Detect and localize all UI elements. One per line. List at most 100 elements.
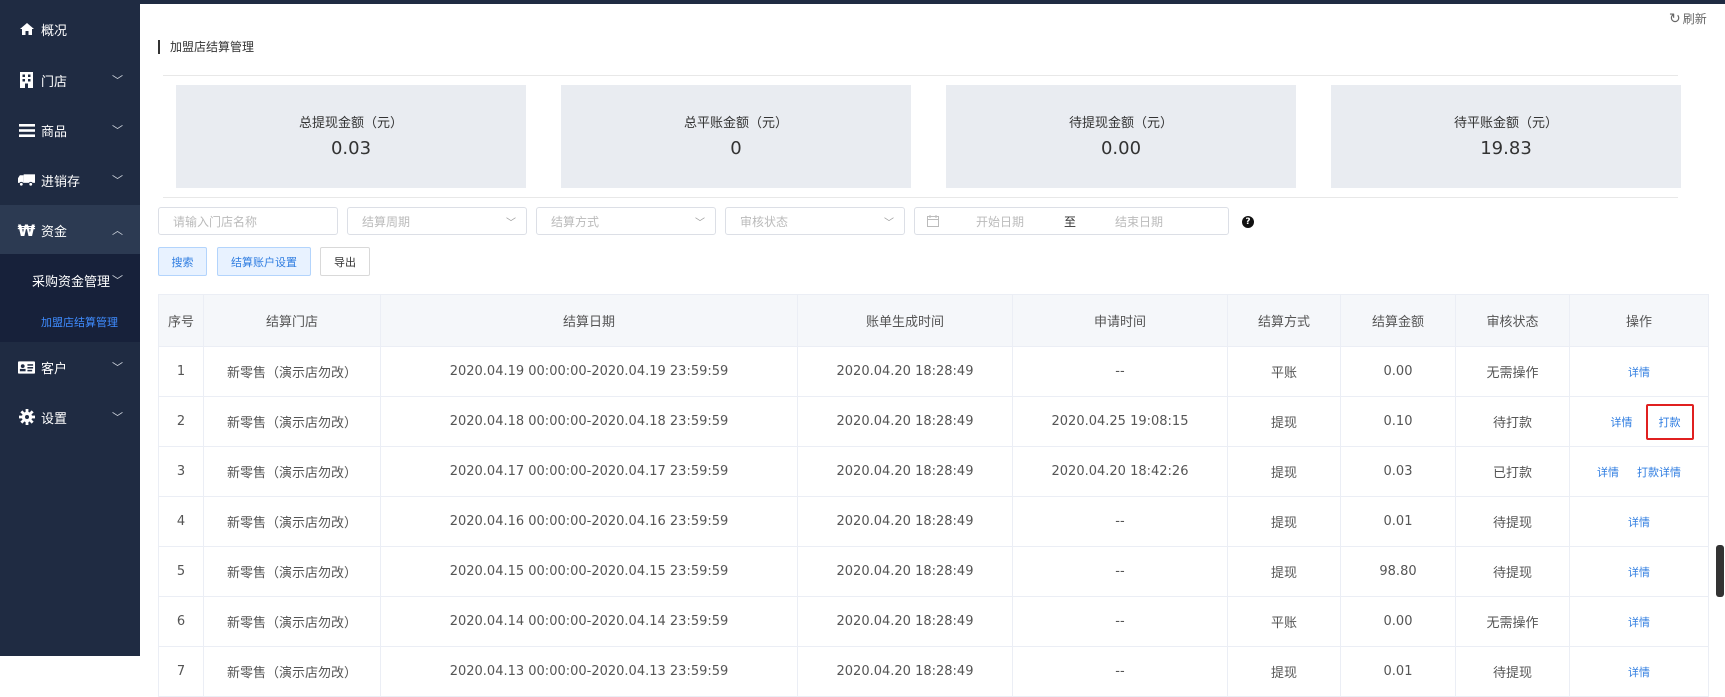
sidebar-item-label: 资金 [41, 224, 68, 240]
cell-amount: 0.01 [1340, 496, 1456, 547]
sidebar-subgroup-label: 采购资金管理 [32, 274, 111, 290]
sidebar-item-label: 进销存 [41, 174, 81, 190]
store-name-input[interactable]: 请输入门店名称 [158, 207, 338, 235]
cell-amount: 0.10 [1340, 396, 1456, 447]
sidebar-item-purchase-funds[interactable]: 采购资金管理 ﹀ [0, 260, 140, 300]
cell-method: 提现 [1227, 396, 1341, 447]
stat-card-total-withdrawn: 总提现金额（元） 0.03 [176, 85, 526, 188]
cell-store: 新零售（演示店勿改） [203, 396, 381, 447]
calendar-icon [927, 215, 939, 230]
sidebar-item-store[interactable]: 门店 ﹀ [0, 55, 140, 105]
sidebar-item-funds[interactable]: ₩ 资金 ︿ [0, 205, 140, 255]
table-row: 7 新零售（演示店勿改） 2020.04.13 00:00:00-2020.04… [158, 646, 1709, 697]
cell-ops: 详情 [1569, 546, 1709, 597]
column-header: 序号 [158, 294, 204, 347]
gear-icon [18, 409, 35, 426]
detail-link[interactable]: 详情 [1628, 616, 1650, 629]
cell-store: 新零售（演示店勿改） [203, 346, 381, 397]
export-button[interactable]: 导出 [320, 247, 370, 276]
sidebar-item-label: 设置 [41, 411, 68, 427]
cell-applied: -- [1012, 596, 1228, 647]
detail-link[interactable]: 详情 [1597, 464, 1619, 480]
sidebar-item-label: 概况 [41, 23, 68, 39]
stat-card-pending-balance: 待平账金额（元） 19.83 [1331, 85, 1681, 188]
chevron-down-icon: ﹀ [695, 217, 705, 229]
sidebar-item-settings[interactable]: 设置 ﹀ [0, 392, 140, 442]
detail-link[interactable]: 详情 [1628, 566, 1650, 579]
sidebar-item-inventory[interactable]: 进销存 ﹀ [0, 155, 140, 205]
search-button[interactable]: 搜索 [158, 247, 207, 276]
start-date-input[interactable]: 开始日期 [976, 213, 1024, 230]
column-header: 申请时间 [1012, 294, 1228, 347]
chevron-down-icon: ﹀ [112, 174, 123, 187]
column-header: 审核状态 [1455, 294, 1570, 347]
cycle-select[interactable]: 结算周期 ﹀ [347, 207, 527, 235]
sidebar-item-franchise-settlement[interactable]: 加盟店结算管理 [0, 302, 140, 342]
chevron-down-icon: ﹀ [112, 124, 123, 137]
cell-applied: -- [1012, 496, 1228, 547]
cell-period: 2020.04.14 00:00:00-2020.04.14 23:59:59 [380, 596, 798, 647]
cell-store: 新零售（演示店勿改） [203, 646, 381, 697]
column-header: 账单生成时间 [797, 294, 1013, 347]
status-placeholder: 审核状态 [740, 214, 789, 229]
stat-title: 待提现金额（元） [1068, 116, 1173, 131]
table-row: 3 新零售（演示店勿改） 2020.04.17 00:00:00-2020.04… [158, 446, 1709, 497]
refresh-button[interactable]: ↻ 刷新 [1669, 10, 1707, 27]
status-select[interactable]: 审核状态 ﹀ [725, 207, 905, 235]
date-range-picker[interactable]: 开始日期 至 结束日期 [914, 207, 1229, 235]
table-row: 6 新零售（演示店勿改） 2020.04.14 00:00:00-2020.04… [158, 596, 1709, 647]
sidebar-item-overview[interactable]: 概况 [0, 4, 140, 54]
cell-no: 4 [158, 496, 204, 547]
sidebar-submenu: 采购资金管理 ﹀ 加盟店结算管理 [0, 254, 140, 342]
stat-title: 待平账金额（元） [1453, 116, 1558, 131]
table-row: 1 新零售（演示店勿改） 2020.04.19 00:00:00-2020.04… [158, 346, 1709, 397]
help-icon[interactable]: ? [1242, 216, 1254, 228]
stat-title: 总平账金额（元） [683, 116, 788, 131]
table-row: 5 新零售（演示店勿改） 2020.04.15 00:00:00-2020.04… [158, 546, 1709, 597]
cell-store: 新零售（演示店勿改） [203, 496, 381, 547]
cell-period: 2020.04.18 00:00:00-2020.04.18 23:59:59 [380, 396, 798, 447]
detail-link[interactable]: 详情 [1628, 666, 1650, 679]
cell-applied: -- [1012, 646, 1228, 697]
column-header: 结算日期 [380, 294, 798, 347]
account-settings-button[interactable]: 结算账户设置 [217, 247, 311, 276]
scrollbar-handle[interactable] [1716, 545, 1724, 597]
cell-generated: 2020.04.20 18:28:49 [797, 596, 1013, 647]
column-header: 结算金额 [1340, 294, 1456, 347]
cell-no: 3 [158, 446, 204, 497]
stats-divider [163, 197, 1678, 198]
detail-link[interactable]: 详情 [1628, 516, 1650, 529]
detail-link[interactable]: 详情 [1611, 414, 1633, 430]
cell-applied: 2020.04.20 18:42:26 [1012, 446, 1228, 497]
end-date-input[interactable]: 结束日期 [1115, 213, 1163, 230]
page-title: 加盟店结算管理 [158, 40, 254, 54]
column-header: 结算门店 [203, 294, 381, 347]
cell-status: 无需操作 [1455, 346, 1570, 397]
pay-link[interactable]: 打款 [1645, 403, 1694, 440]
chevron-up-icon: ︿ [112, 224, 123, 237]
truck-icon [18, 172, 35, 189]
detail-link[interactable]: 详情 [1628, 366, 1650, 379]
cell-ops: 详情 [1569, 496, 1709, 547]
cell-applied: -- [1012, 346, 1228, 397]
cell-no: 5 [158, 546, 204, 597]
cell-ops: 详情 [1569, 346, 1709, 397]
sidebar-item-label: 客户 [41, 361, 68, 377]
sidebar-item-goods[interactable]: 商品 ﹀ [0, 105, 140, 155]
range-separator: 至 [1064, 214, 1077, 229]
cell-generated: 2020.04.20 18:28:49 [797, 396, 1013, 447]
title-divider [163, 75, 1678, 76]
chevron-down-icon: ﹀ [506, 217, 516, 229]
sidebar-item-label: 商品 [41, 124, 68, 140]
method-select[interactable]: 结算方式 ﹀ [536, 207, 716, 235]
pay-detail-link[interactable]: 打款详情 [1637, 464, 1681, 480]
column-header: 结算方式 [1227, 294, 1341, 347]
table-header-row: 序号 结算门店 结算日期 账单生成时间 申请时间 结算方式 结算金额 审核状态 … [158, 294, 1709, 347]
sidebar-item-customer[interactable]: 客户 ﹀ [0, 342, 140, 392]
cell-method: 提现 [1227, 646, 1341, 697]
column-header: 操作 [1569, 294, 1709, 347]
cell-generated: 2020.04.20 18:28:49 [797, 546, 1013, 597]
cell-period: 2020.04.16 00:00:00-2020.04.16 23:59:59 [380, 496, 798, 547]
cell-amount: 0.00 [1340, 596, 1456, 647]
cell-amount: 0.01 [1340, 646, 1456, 697]
